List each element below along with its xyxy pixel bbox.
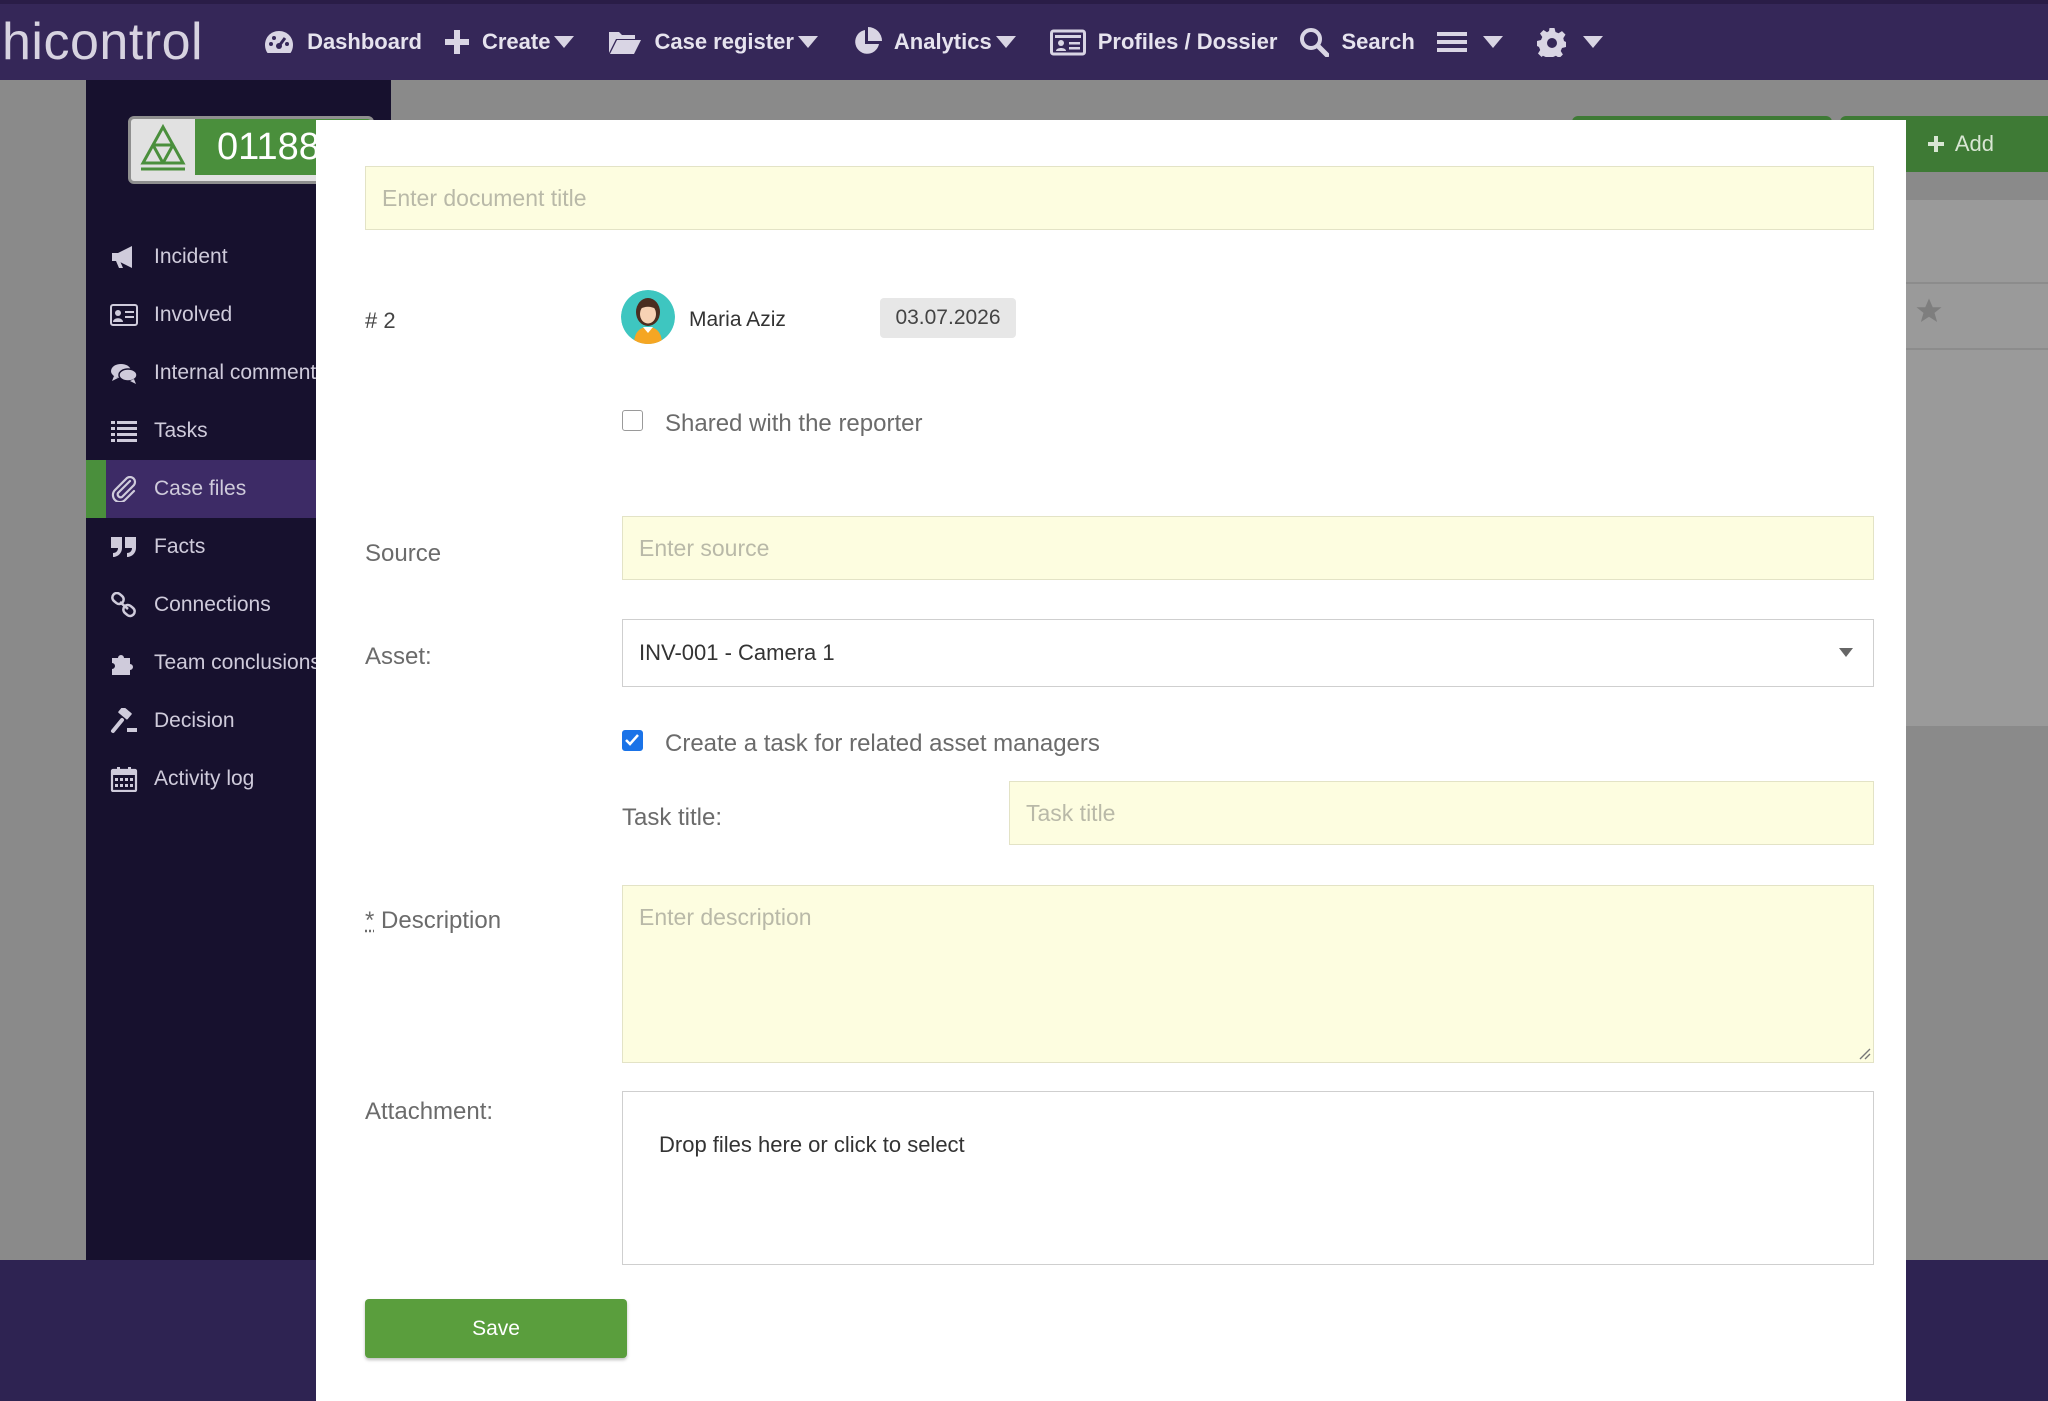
nav-profiles-dossier-label: Profiles / Dossier [1097, 29, 1278, 54]
attachment-label: Attachment: [365, 1098, 494, 1125]
nav-dashboard-label: Dashboard [307, 29, 422, 54]
star-icon [1916, 298, 1942, 322]
link-icon [111, 592, 136, 618]
description-textarea[interactable]: Enter description [622, 885, 1874, 1063]
megaphone-icon [112, 246, 132, 268]
nav-case-register-label: Case register [654, 29, 794, 54]
task-title-label: Task title: [622, 804, 723, 831]
case-logo-icon [140, 123, 186, 171]
sidebar-item-label: Involved [154, 303, 233, 326]
sidebar-item-label: Internal comments [154, 361, 327, 384]
date-badge: 03.07.2026 [880, 298, 1016, 338]
hamburger-menu-icon [1436, 32, 1467, 52]
list-icon [111, 421, 137, 442]
description-label: * Description [365, 907, 501, 935]
asset-selected-value: INV-001 - Camera 1 [639, 640, 835, 665]
id-card-icon [110, 304, 138, 326]
task-title-input[interactable]: Task title [1009, 781, 1874, 845]
sidebar-item-label: Team conclusions [154, 651, 321, 674]
source-input[interactable]: Enter source [622, 516, 1874, 580]
nav-search-label: Search [1341, 29, 1415, 54]
nav-create[interactable]: Create [444, 29, 586, 55]
top-navigation: hicontrol Dashboard Create Case register… [0, 0, 2048, 80]
nav-case-register[interactable]: Case register [608, 29, 829, 55]
pie-chart-icon [855, 27, 882, 54]
document-number: # 2 [365, 308, 396, 333]
required-mark: * [365, 907, 375, 934]
paperclip-icon [111, 476, 137, 502]
user-avatar-icon [621, 290, 675, 344]
dropzone-text: Drop files here or click to select [659, 1132, 965, 1157]
nav-menu[interactable] [1436, 30, 1515, 54]
sidebar-item-label: Facts [154, 535, 206, 558]
asset-select[interactable]: INV-001 - Camera 1 [622, 619, 1874, 687]
chevron-down-icon [1839, 648, 1853, 657]
sidebar-item-label: Incident [154, 245, 228, 268]
nav-profiles-dossier[interactable]: Profiles / Dossier [1049, 28, 1278, 56]
description-placeholder: Enter description [639, 904, 812, 930]
background-panel [1906, 200, 2048, 726]
nav-search[interactable]: Search [1299, 27, 1415, 57]
puzzle-icon [112, 655, 133, 675]
nav-create-label: Create [481, 29, 551, 54]
sidebar-item-label: Connections [154, 593, 271, 616]
description-label-text: Description [381, 907, 502, 934]
caret-down-icon [797, 36, 818, 48]
plus-icon [444, 30, 469, 54]
background-add-label: Add [1954, 131, 1994, 156]
shared-with-reporter-label: Shared with the reporter [665, 410, 923, 437]
sidebar-item-label: Decision [154, 709, 235, 732]
calendar-icon [110, 767, 138, 792]
dashboard-icon [265, 31, 294, 53]
caret-down-icon [554, 36, 575, 48]
nav-analytics-label: Analytics [893, 29, 992, 54]
author-name: Maria Aziz [689, 308, 786, 331]
caret-down-icon [1582, 36, 1603, 48]
quote-icon [111, 537, 136, 557]
shared-with-reporter-checkbox[interactable] [622, 410, 643, 431]
plus-icon [1927, 136, 1944, 152]
caret-down-icon [995, 36, 1016, 48]
sidebar-item-label: Tasks [154, 419, 208, 442]
gavel-icon [111, 708, 137, 733]
gear-icon [1536, 28, 1566, 57]
folder-icon [609, 32, 642, 54]
brand-logo[interactable]: hicontrol [2, 16, 203, 68]
avatar [621, 290, 675, 344]
nav-dashboard[interactable]: Dashboard [263, 28, 422, 56]
create-task-checkbox[interactable] [622, 730, 643, 751]
background-divider [1906, 348, 2048, 350]
source-label: Source [365, 540, 442, 567]
caret-down-icon [1482, 36, 1503, 48]
asset-label: Asset: [365, 643, 432, 670]
background-divider [1906, 282, 2048, 284]
document-modal: Enter document title # 2 Maria Aziz 03.0… [316, 120, 1906, 1401]
create-task-label: Create a task for related asset managers [665, 730, 1100, 757]
save-button[interactable]: Save [365, 1299, 627, 1358]
search-icon [1300, 28, 1330, 57]
nav-settings[interactable] [1536, 27, 1615, 57]
sidebar-item-label: Activity log [154, 767, 255, 790]
comments-icon [111, 364, 138, 384]
sidebar-item-label: Case files [154, 477, 247, 500]
resize-handle-icon[interactable] [1857, 1046, 1871, 1060]
nav-analytics[interactable]: Analytics [852, 27, 1028, 57]
id-card-icon [1049, 29, 1086, 56]
file-dropzone[interactable]: Drop files here or click to select [622, 1091, 1874, 1265]
checkmark-icon [625, 734, 639, 746]
document-title-input[interactable]: Enter document title [365, 166, 1874, 230]
